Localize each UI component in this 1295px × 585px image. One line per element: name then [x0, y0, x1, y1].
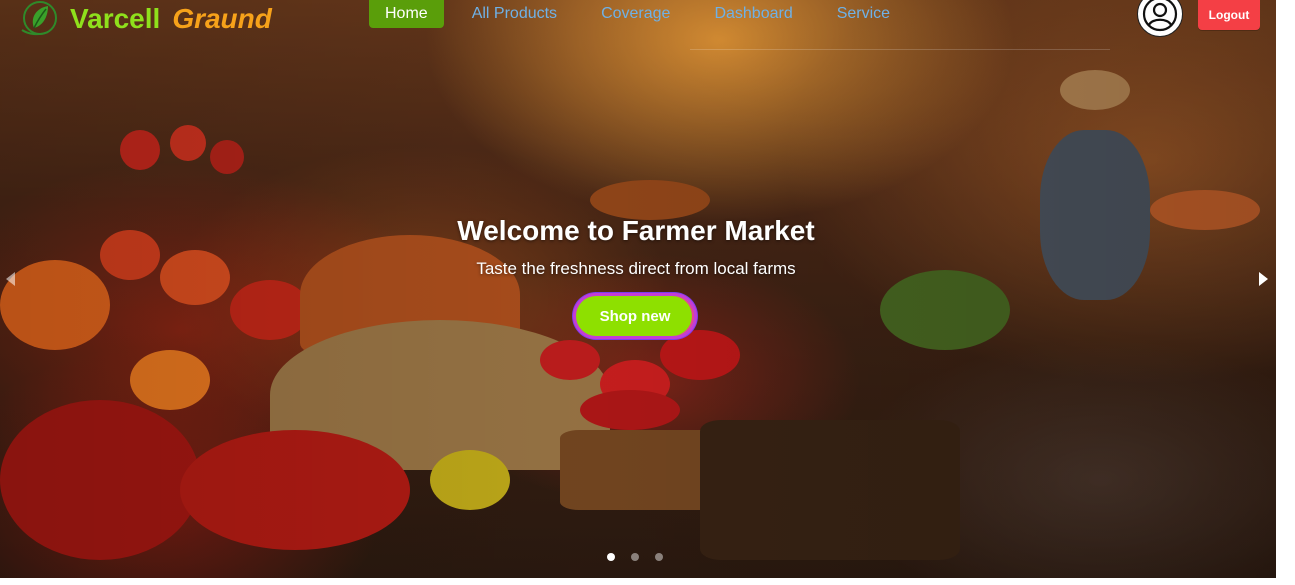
brand-name-primary: Varcell — [70, 3, 161, 34]
nav-home[interactable]: Home — [369, 0, 444, 28]
nav-coverage[interactable]: Coverage — [601, 0, 670, 28]
nav-dashboard[interactable]: Dashboard — [714, 0, 792, 28]
chevron-right-icon[interactable] — [1259, 272, 1268, 286]
page: Varcell Graund Home All Products Coverage… — [0, 0, 1295, 585]
user-avatar-button[interactable] — [1137, 0, 1183, 37]
brand-name-secondary: Graund — [172, 3, 272, 34]
shop-now-button[interactable]: Shop new — [573, 293, 697, 339]
chevron-left-icon[interactable] — [6, 272, 15, 286]
hero-banner — [0, 0, 1276, 578]
brand-logo[interactable]: Varcell Graund — [14, 0, 272, 38]
logout-button[interactable]: Logout — [1198, 0, 1260, 30]
carousel-dot-3[interactable] — [655, 553, 663, 561]
user-avatar-icon — [1142, 0, 1178, 32]
hero-overlay — [0, 0, 1276, 578]
leaf-globe-icon — [21, 1, 57, 36]
carousel-indicators — [607, 553, 663, 561]
nav-service[interactable]: Service — [837, 0, 890, 28]
hero-title: Welcome to Farmer Market — [457, 215, 815, 246]
carousel-dot-1[interactable] — [607, 553, 615, 561]
carousel-dot-2[interactable] — [631, 553, 639, 561]
nav-all-products[interactable]: All Products — [472, 0, 557, 28]
hero-subtitle: Taste the freshness direct from local fa… — [476, 259, 796, 278]
main-nav: Home All Products Coverage Dashboard Ser… — [369, 0, 934, 28]
nav-divider — [690, 49, 1110, 50]
